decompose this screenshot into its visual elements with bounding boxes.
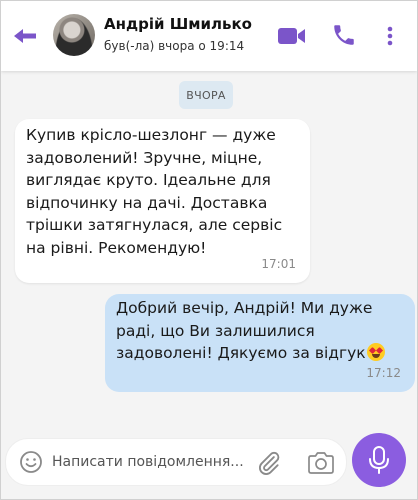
video-camera-icon xyxy=(278,28,305,44)
phone-icon xyxy=(334,25,354,45)
arrow-left-icon xyxy=(14,29,36,43)
avatar[interactable] xyxy=(53,14,95,56)
back-button[interactable] xyxy=(11,23,39,49)
message-text: Добрий вечір, Андрій! Ми дуже раді, що В… xyxy=(116,299,373,362)
paperclip-icon xyxy=(259,451,280,475)
contact-name[interactable]: Андрій Шмилько xyxy=(104,15,252,33)
video-call-button[interactable] xyxy=(277,25,307,47)
chat-header: Андрій Шмилько був(-ла) вчора о 19:14 xyxy=(1,1,417,71)
emoji-button[interactable] xyxy=(19,450,43,474)
message-input[interactable] xyxy=(52,451,252,473)
more-vertical-icon xyxy=(387,26,393,46)
star-struck-emoji xyxy=(366,343,385,361)
message-composer xyxy=(5,438,347,486)
outgoing-message[interactable]: Добрий вечір, Андрій! Ми дуже раді, що В… xyxy=(105,294,415,392)
last-seen-status: був(-ла) вчора о 19:14 xyxy=(104,39,245,53)
message-time: 17:12 xyxy=(366,365,401,380)
message-text-wrapper: Добрий вечір, Андрій! Ми дуже раді, що В… xyxy=(116,297,405,365)
smiley-icon xyxy=(20,451,42,473)
microphone-icon xyxy=(369,446,389,474)
record-voice-button[interactable] xyxy=(352,433,406,487)
voice-call-button[interactable] xyxy=(331,22,357,48)
incoming-message[interactable]: Купив крісло-шезлонг — дуже задоволений!… xyxy=(15,119,310,283)
message-text: Купив крісло-шезлонг — дуже задоволений!… xyxy=(26,126,283,257)
attach-button[interactable] xyxy=(256,450,282,476)
more-options-button[interactable] xyxy=(381,23,399,49)
chat-window: Андрій Шмилько був(-ла) вчора о 19:14 ВЧ… xyxy=(0,0,418,500)
camera-button[interactable] xyxy=(306,450,336,476)
message-time: 17:01 xyxy=(261,256,296,271)
camera-icon xyxy=(308,452,334,474)
date-separator: ВЧОРА xyxy=(179,81,233,109)
